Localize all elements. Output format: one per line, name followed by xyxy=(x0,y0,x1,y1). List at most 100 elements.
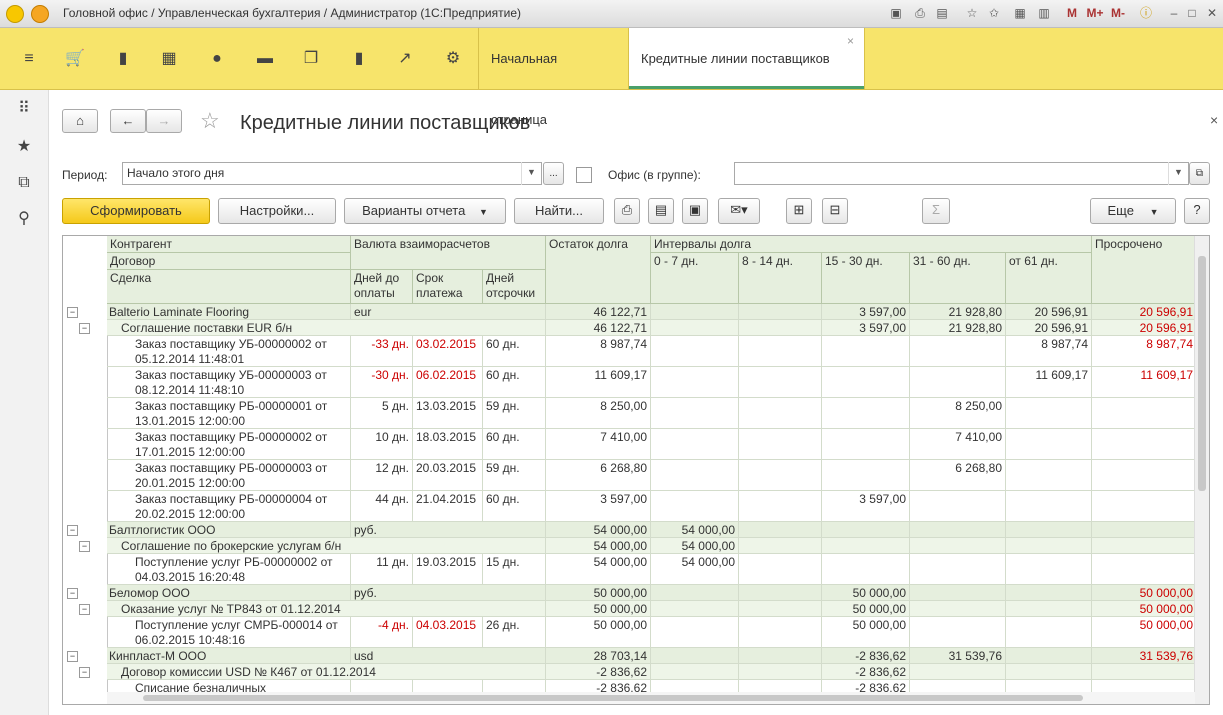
history-icon[interactable]: ⧉ xyxy=(12,171,36,195)
contract-row[interactable]: Соглашение поставки EUR б/н 46 122,71 3 59… xyxy=(107,320,1197,336)
contragent-row[interactable]: Беломор ООО руб. 50 000,00 50 000,00 50 000,… xyxy=(107,585,1197,601)
header-overdue: Просрочено xyxy=(1092,236,1197,304)
star-icon[interactable]: ★ xyxy=(12,135,36,159)
forward-button[interactable]: → xyxy=(146,109,182,133)
office-open-button[interactable]: ⧉ xyxy=(1189,162,1210,185)
calculator-icon[interactable]: ▦ xyxy=(1012,5,1028,21)
deal-row[interactable]: Поступление услуг РБ-00000002 от 04.03.20… xyxy=(107,554,1197,585)
cell-i3: 50 000,00 xyxy=(822,601,910,616)
report-table[interactable]: Контрагент Договор Сделка Валюта взаимор… xyxy=(62,235,1210,705)
deal-row[interactable]: Заказ поставщику РБ-00000002 от 17.01.201… xyxy=(107,429,1197,460)
collapse-group-icon[interactable]: − xyxy=(79,604,90,615)
contragent-row[interactable]: Balterio Laminate Flooring eur 46 122,71 3 … xyxy=(107,304,1197,320)
documents-icon[interactable]: ❐ xyxy=(298,46,324,72)
office-dropdown-icon[interactable]: ▼ xyxy=(1168,162,1188,185)
period-dropdown-icon[interactable]: ▼ xyxy=(521,162,541,185)
minimize-icon[interactable]: – xyxy=(1166,5,1182,21)
collapse-group-icon[interactable]: − xyxy=(67,307,78,318)
cell-delay: 26 дн. xyxy=(483,617,546,647)
finance-icon[interactable]: ● xyxy=(204,46,230,72)
horizontal-scrollbar[interactable] xyxy=(107,692,1195,704)
cell-i5 xyxy=(1006,398,1092,428)
cell-term: 03.02.2015 xyxy=(413,336,483,366)
trend-icon[interactable]: ↗ xyxy=(392,46,418,72)
collapse-group-icon[interactable]: − xyxy=(79,323,90,334)
save-file-button[interactable]: ▣ xyxy=(682,198,708,224)
bag-icon[interactable]: ▮ xyxy=(110,46,136,72)
row-name: Заказ поставщику РБ-00000003 от xyxy=(135,461,328,475)
deal-row[interactable]: Заказ поставщику УБ-00000003 от 08.12.201… xyxy=(107,367,1197,398)
collapse-group-icon[interactable]: − xyxy=(79,667,90,678)
cart-icon[interactable]: 🛒 xyxy=(62,46,88,72)
tab-close-icon[interactable]: × xyxy=(847,11,854,72)
settings-icon[interactable]: ⚙ xyxy=(440,46,466,72)
print-preview-button[interactable]: ▤ xyxy=(648,198,674,224)
send-mail-button[interactable]: ✉▾ xyxy=(718,198,760,224)
print-icon[interactable]: ⎙ xyxy=(912,5,928,21)
horizontal-scroll-thumb[interactable] xyxy=(143,695,1083,701)
back-button[interactable]: ← xyxy=(110,109,146,133)
collapse-groups-button[interactable]: ⊟ xyxy=(822,198,848,224)
row-name-cell: Беломор ООО xyxy=(107,585,351,600)
calendar-icon[interactable]: ▥ xyxy=(1036,5,1052,21)
expand-groups-button[interactable]: ⊞ xyxy=(786,198,812,224)
contragent-row[interactable]: Кинпласт-М ООО usd 28 703,14 -2 836,62 31 53… xyxy=(107,648,1197,664)
link-icon[interactable]: ☆ xyxy=(964,5,980,21)
contragent-row[interactable]: Балтлогистик ООО руб. 54 000,00 54 000,00 xyxy=(107,522,1197,538)
vertical-scrollbar[interactable] xyxy=(1194,236,1209,704)
deal-row[interactable]: Заказ поставщику УБ-00000002 от 05.12.201… xyxy=(107,336,1197,367)
tab-credit-lines[interactable]: Кредитные линии поставщиков × xyxy=(628,28,865,89)
search-icon[interactable]: ⚲ xyxy=(12,207,36,231)
cell-delay: 60 дн. xyxy=(483,429,546,459)
more-button[interactable]: Еще ▼ xyxy=(1090,198,1176,224)
close-form-icon[interactable]: × xyxy=(1210,112,1218,128)
cell-over: 11 609,17 xyxy=(1092,367,1197,397)
generate-button[interactable]: Сформировать xyxy=(62,198,210,224)
menu-icon[interactable]: ≡ xyxy=(16,46,42,72)
find-button[interactable]: Найти... xyxy=(514,198,604,224)
collapse-group-icon[interactable]: − xyxy=(67,588,78,599)
row-name: Balterio Laminate Flooring xyxy=(109,305,250,319)
cell-days: -33 дн. xyxy=(351,336,413,366)
home-button[interactable]: ⌂ xyxy=(62,109,98,133)
bar-chart-icon[interactable]: ▮ xyxy=(346,46,372,72)
cell-over: 20 596,91 xyxy=(1092,320,1197,335)
deal-row[interactable]: Заказ поставщику РБ-00000004 от 20.02.201… xyxy=(107,491,1197,522)
maximize-icon[interactable]: □ xyxy=(1184,5,1200,21)
help-button[interactable]: ? xyxy=(1184,198,1210,224)
deal-row[interactable]: Поступление услуг СМРБ-000014 от 06.02.20… xyxy=(107,617,1197,648)
cell-delay: 59 дн. xyxy=(483,398,546,428)
preview-icon[interactable]: ▤ xyxy=(934,5,950,21)
info-icon[interactable]: ⓘ xyxy=(1138,5,1154,21)
contract-row[interactable]: Оказание услуг № ТР843 от 01.12.2014 50 0… xyxy=(107,601,1197,617)
collapse-group-icon[interactable]: − xyxy=(79,541,90,552)
favorite-star-icon[interactable]: ☆ xyxy=(200,108,220,134)
settings-button[interactable]: Настройки... xyxy=(218,198,336,224)
contract-row[interactable]: Соглашение по брокерские услугам б/н 54 0… xyxy=(107,538,1197,554)
print-button[interactable]: ⎙ xyxy=(614,198,640,224)
period-field[interactable]: Начало этого дня xyxy=(122,162,542,185)
warehouse-icon[interactable]: ▦ xyxy=(156,46,182,72)
main-menu-icon[interactable] xyxy=(31,5,49,23)
sum-button[interactable]: Σ xyxy=(922,198,950,224)
office-field[interactable] xyxy=(734,162,1189,185)
period-select-button[interactable]: ... xyxy=(543,162,564,185)
memory-mminus-button[interactable]: M- xyxy=(1108,5,1128,21)
close-window-icon[interactable]: ✕ xyxy=(1204,5,1220,21)
save-icon[interactable]: ▣ xyxy=(888,5,904,21)
vertical-scroll-thumb[interactable] xyxy=(1198,256,1206,491)
office-checkbox[interactable] xyxy=(576,167,592,183)
favorite-icon[interactable]: ✩ xyxy=(986,5,1002,21)
contract-row[interactable]: Договор комиссии USD № К467 от 01.12.201… xyxy=(107,664,1197,680)
memory-mplus-button[interactable]: M+ xyxy=(1084,5,1106,21)
collapse-group-icon[interactable]: − xyxy=(67,525,78,536)
memory-m-button[interactable]: M xyxy=(1064,5,1080,21)
deal-row[interactable]: Заказ поставщику РБ-00000003 от 20.01.201… xyxy=(107,460,1197,491)
apps-grid-icon[interactable]: ⠿ xyxy=(12,97,36,121)
deal-row[interactable]: Заказ поставщику РБ-00000001 от 13.01.201… xyxy=(107,398,1197,429)
collapse-group-icon[interactable]: − xyxy=(67,651,78,662)
row-name-cell: Поступление услуг СМРБ-000014 от 06.02.20… xyxy=(107,617,351,647)
variants-button[interactable]: Варианты отчета ▼ xyxy=(344,198,506,224)
tab-home[interactable]: Начальная страница xyxy=(478,28,628,127)
truck-icon[interactable]: ▬ xyxy=(252,46,278,72)
